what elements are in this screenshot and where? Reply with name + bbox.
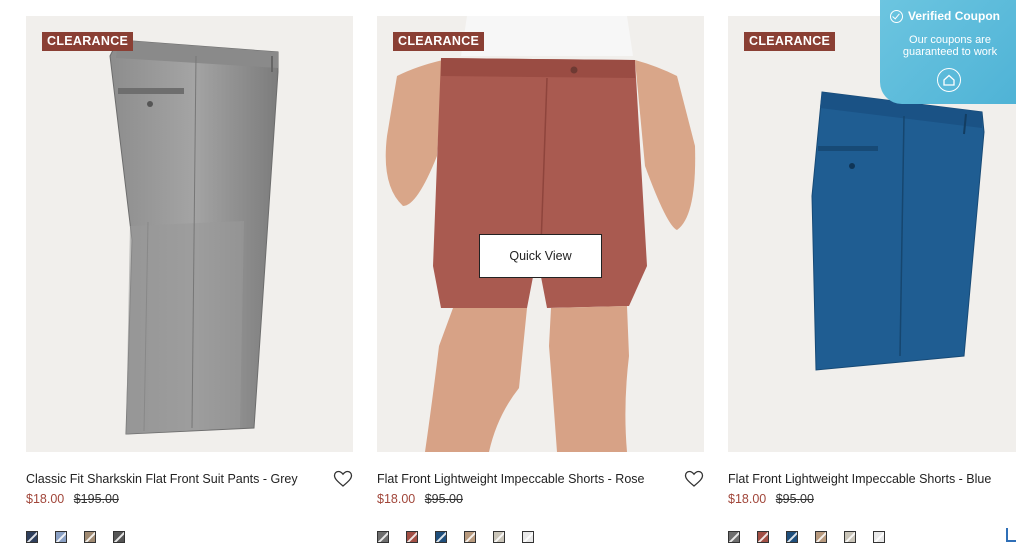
product-title[interactable]: Classic Fit Sharkskin Flat Front Suit Pa… [26, 472, 298, 486]
coupon-brand-icon[interactable] [937, 68, 961, 92]
wishlist-heart-icon[interactable] [333, 470, 353, 488]
original-price: $195.00 [73, 492, 119, 506]
color-swatch[interactable] [873, 531, 885, 543]
wishlist-heart-icon[interactable] [684, 470, 704, 488]
color-swatch[interactable] [493, 531, 505, 543]
clearance-badge: CLEARANCE [744, 32, 836, 51]
original-price: $95.00 [775, 492, 814, 506]
color-swatch[interactable] [113, 531, 125, 543]
sale-price: $18.00 [26, 492, 65, 506]
grey-pants-illustration [109, 39, 279, 435]
color-swatch[interactable] [84, 531, 96, 543]
product-card[interactable]: CLEARANCE Quick View Flat Front Lightwei… [377, 16, 704, 543]
color-swatch[interactable] [435, 531, 447, 543]
color-swatch[interactable] [55, 531, 67, 543]
sale-price: $18.00 [377, 492, 416, 506]
product-image[interactable]: CLEARANCE Quick View [377, 16, 704, 452]
color-swatch[interactable] [728, 531, 740, 543]
original-price: $95.00 [424, 492, 463, 506]
product-image[interactable]: CLEARANCE [26, 16, 353, 452]
check-circle-icon [890, 9, 903, 23]
color-swatch[interactable] [522, 531, 534, 543]
color-swatch[interactable] [786, 531, 798, 543]
color-swatch[interactable] [844, 531, 856, 543]
color-swatch[interactable] [406, 531, 418, 543]
color-swatch[interactable] [464, 531, 476, 543]
product-title[interactable]: Flat Front Lightweight Impeccable Shorts… [728, 472, 991, 486]
color-swatch[interactable] [815, 531, 827, 543]
product-title[interactable]: Flat Front Lightweight Impeccable Shorts… [377, 472, 644, 486]
clearance-badge: CLEARANCE [42, 32, 134, 51]
color-swatch[interactable] [26, 531, 38, 543]
price-row: $18.00 $95.00 [728, 492, 814, 506]
coupon-text: Our coupons are guaranteed to work [902, 34, 998, 58]
coupon-header: Verified Coupon [890, 9, 1016, 23]
color-swatch[interactable] [757, 531, 769, 543]
price-row: $18.00 $195.00 [26, 492, 119, 506]
clearance-badge: CLEARANCE [393, 32, 485, 51]
verified-coupon-widget[interactable]: Verified Coupon Our coupons are guarante… [880, 0, 1016, 104]
price-row: $18.00 $95.00 [377, 492, 463, 506]
quick-view-button[interactable]: Quick View [479, 234, 602, 278]
color-swatch[interactable] [377, 531, 389, 543]
product-card[interactable]: CLEARANCE Classic Fit Sharkskin Flat Fro… [26, 16, 353, 543]
sale-price: $18.00 [728, 492, 767, 506]
coupon-title: Verified Coupon [908, 9, 1001, 23]
scroll-corner-icon [1006, 528, 1016, 542]
